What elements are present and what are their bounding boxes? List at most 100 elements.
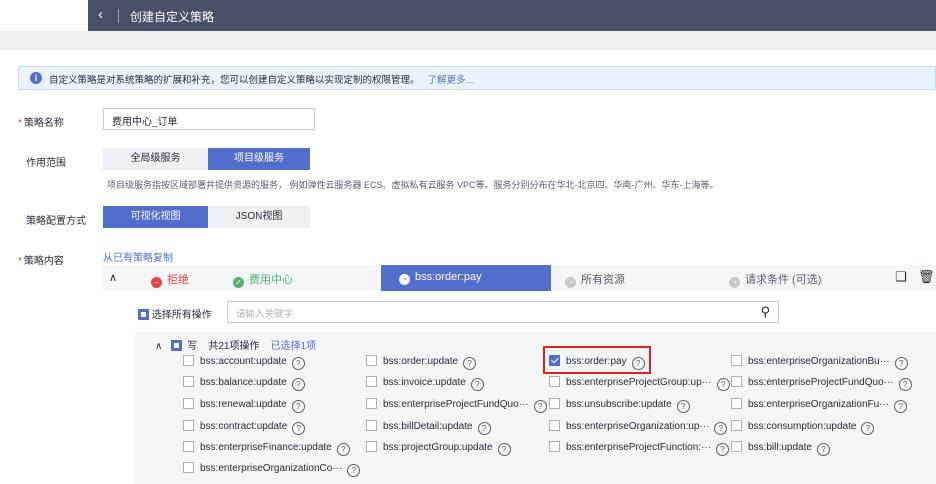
- action-checkbox[interactable]: [183, 355, 194, 366]
- action-item[interactable]: bss:enterpriseProjectFundQuo···?: [366, 398, 547, 413]
- action-checkbox[interactable]: [183, 420, 194, 431]
- action-checkbox[interactable]: [183, 398, 194, 409]
- action-item[interactable]: bss:enterpriseProjectGroup:up···?: [549, 376, 730, 391]
- policy-name-label-text: 策略名称: [23, 118, 64, 129]
- action-item[interactable]: bss:enterpriseOrganizationFu···?: [731, 398, 908, 413]
- policy-name-input[interactable]: 费用中心_订单: [103, 108, 315, 130]
- action-checkbox[interactable]: [366, 376, 377, 387]
- action-label: bss:projectGroup:update: [383, 442, 493, 453]
- action-checkbox[interactable]: [366, 355, 377, 366]
- action-item[interactable]: bss:balance:update?: [183, 376, 305, 391]
- action-label: bss:enterpriseProjectFundQuo···: [748, 377, 894, 388]
- scope-project-button[interactable]: 项目级服务: [208, 148, 310, 170]
- step-resource[interactable]: ◔ 所有资源: [565, 271, 625, 288]
- action-item[interactable]: bss:enterpriseProjectFundQuo···?: [731, 376, 912, 391]
- action-item[interactable]: bss:billDetail:update?: [366, 420, 491, 435]
- policy-content-label: * 策略内容: [18, 252, 64, 267]
- action-item[interactable]: bss:enterpriseOrganization:up···?: [549, 420, 728, 435]
- action-item[interactable]: bss:enterpriseFinance:update?: [183, 441, 350, 456]
- chevron-up-icon[interactable]: ∧: [109, 271, 117, 284]
- clock-icon: ◔: [729, 277, 740, 288]
- action-checkbox[interactable]: [549, 376, 560, 387]
- help-icon[interactable]: ?: [898, 378, 912, 391]
- action-item[interactable]: bss:invoice:update?: [366, 376, 484, 391]
- action-item[interactable]: bss:enterpriseOrganizationBu···?: [731, 355, 908, 370]
- action-checkbox[interactable]: [731, 441, 742, 452]
- chevron-up-icon[interactable]: ∧: [155, 341, 162, 352]
- learn-more-link[interactable]: 了解更多...: [428, 75, 474, 86]
- action-label: bss:billDetail:update: [383, 421, 473, 432]
- action-label: bss:enterpriseProjectGroup:up···: [566, 377, 712, 388]
- action-checkbox[interactable]: [183, 376, 194, 387]
- action-checkbox[interactable]: [366, 398, 377, 409]
- help-icon[interactable]: ?: [533, 400, 547, 413]
- action-checkbox[interactable]: [731, 376, 742, 387]
- action-checkbox[interactable]: [366, 420, 377, 431]
- required-mark: *: [18, 256, 22, 267]
- action-label: bss:unsubscribe:update: [566, 399, 672, 410]
- step-service[interactable]: ✓ 费用中心: [233, 271, 293, 288]
- policy-name-label: * 策略名称: [18, 114, 64, 129]
- step-service-label: 费用中心: [249, 274, 293, 286]
- action-item[interactable]: bss:enterpriseOrganizationCo···?: [183, 462, 361, 477]
- help-icon[interactable]: ?: [716, 378, 730, 391]
- select-all-checkbox[interactable]: [138, 309, 149, 320]
- action-item[interactable]: bss:unsubscribe:update?: [549, 398, 690, 413]
- action-checkbox[interactable]: [549, 441, 560, 452]
- action-checkbox[interactable]: [731, 420, 742, 431]
- help-icon[interactable]: ?: [291, 378, 305, 391]
- step-action-active[interactable]: ◔ bss:order:pay: [381, 265, 551, 291]
- help-icon[interactable]: ?: [292, 422, 306, 435]
- group-checkbox[interactable]: [170, 340, 182, 351]
- chevron-left-icon[interactable]: ‹: [98, 6, 103, 24]
- action-item[interactable]: bss:renewal:update?: [183, 398, 305, 413]
- step-resource-label: 所有资源: [581, 274, 625, 286]
- action-checkbox[interactable]: [549, 398, 560, 409]
- action-item[interactable]: bss:enterpriseProjectFunction:···?: [549, 441, 730, 456]
- search-icon[interactable]: ⚲: [760, 304, 770, 320]
- action-item[interactable]: bss:bill:update?: [731, 441, 830, 456]
- visual-view-button[interactable]: 可视化视图: [103, 206, 208, 228]
- action-checkbox[interactable]: [549, 420, 560, 431]
- help-icon[interactable]: ?: [894, 400, 908, 413]
- copy-existing-policy-link[interactable]: 从已有策略复制: [103, 249, 173, 264]
- action-item[interactable]: bss:account:update?: [183, 355, 305, 370]
- action-checkbox[interactable]: [183, 462, 194, 473]
- action-checkbox[interactable]: [731, 398, 742, 409]
- help-icon[interactable]: ?: [477, 422, 491, 435]
- step-effect[interactable]: − 拒绝: [151, 271, 189, 288]
- help-icon[interactable]: ?: [291, 400, 305, 413]
- help-icon[interactable]: ?: [816, 443, 830, 456]
- help-icon[interactable]: ?: [336, 443, 350, 456]
- help-icon[interactable]: ?: [861, 422, 875, 435]
- info-icon: i: [30, 72, 42, 84]
- action-checkbox[interactable]: [183, 441, 194, 452]
- scope-global-button[interactable]: 全局级服务: [103, 148, 208, 170]
- action-label: bss:invoice:update: [383, 377, 466, 388]
- action-item[interactable]: bss:order:update?: [366, 355, 477, 370]
- delete-icon[interactable]: 🗑: [918, 269, 935, 285]
- help-icon[interactable]: ?: [463, 357, 477, 370]
- help-icon[interactable]: ?: [714, 422, 728, 435]
- help-icon[interactable]: ?: [497, 443, 511, 456]
- help-icon[interactable]: ?: [676, 400, 690, 413]
- action-search-input[interactable]: 请输入关键字 ⚲: [227, 301, 779, 323]
- action-item[interactable]: bss:projectGroup:update?: [366, 441, 511, 456]
- group-name: 写: [187, 341, 198, 352]
- copy-icon[interactable]: ❏: [895, 269, 907, 285]
- action-label: bss:enterpriseOrganization:up···: [566, 421, 710, 432]
- clock-icon: ◔: [565, 277, 576, 288]
- help-icon[interactable]: ?: [894, 357, 908, 370]
- sub-header-bar: [0, 31, 936, 50]
- help-icon[interactable]: ?: [291, 357, 305, 370]
- select-all-actions[interactable]: 选择所有操作: [138, 306, 212, 321]
- help-icon[interactable]: ?: [716, 443, 730, 456]
- step-condition[interactable]: ◔ 请求条件 (可选): [729, 271, 821, 288]
- action-checkbox[interactable]: [731, 355, 742, 366]
- action-item[interactable]: bss:contract:update?: [183, 420, 306, 435]
- action-checkbox[interactable]: [366, 441, 377, 452]
- action-item[interactable]: bss:consumption:update?: [731, 420, 875, 435]
- help-icon[interactable]: ?: [470, 378, 484, 391]
- json-view-button[interactable]: JSON视图: [208, 206, 310, 228]
- help-icon[interactable]: ?: [347, 464, 361, 477]
